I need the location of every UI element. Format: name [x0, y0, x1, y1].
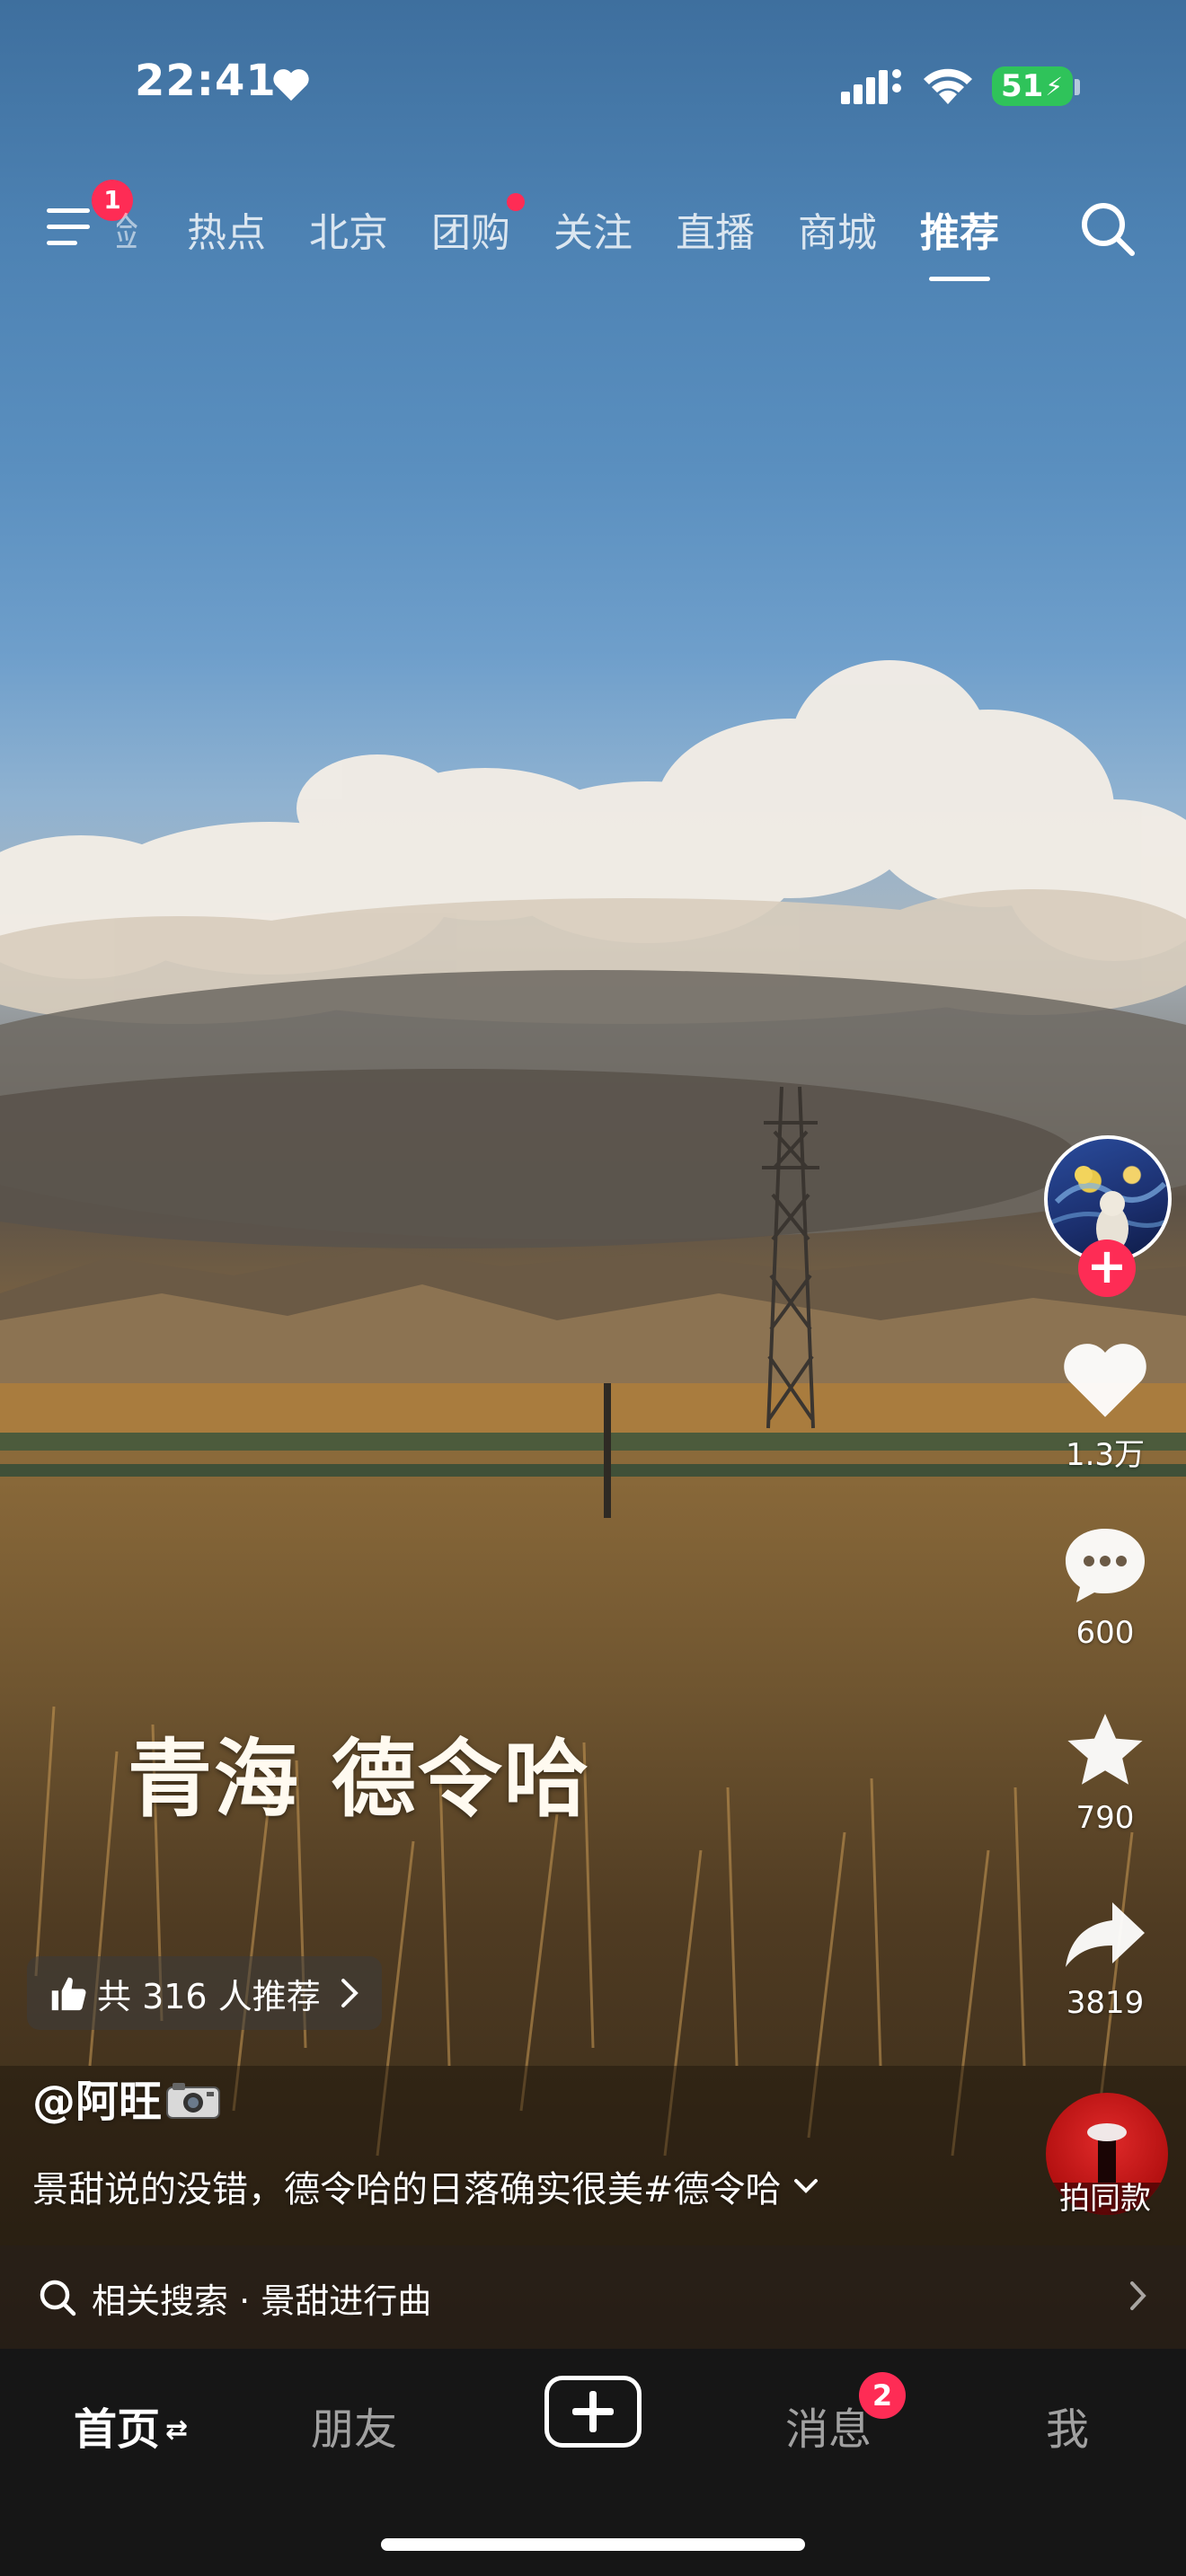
notification-dot — [507, 193, 525, 211]
related-search-icon — [40, 2280, 76, 2316]
related-search-bar[interactable]: 相关搜索 · 景甜进行曲 — [0, 2245, 1186, 2350]
video-description[interactable]: 景甜说的没错，德令哈的日落确实很美#德令哈 — [32, 2160, 819, 2212]
tab-live[interactable]: 直播 — [676, 200, 755, 258]
battery-icon: 51 ⚡ — [992, 66, 1073, 106]
share-arrow-icon[interactable] — [1060, 1893, 1150, 1976]
battery-level: 51 — [1001, 68, 1044, 104]
follow-button[interactable]: + — [1078, 1239, 1136, 1297]
messages-badge: 2 — [859, 2372, 906, 2419]
tab-home-label: 首页 — [74, 2404, 161, 2455]
author-name-text: @阿旺 — [32, 2077, 163, 2127]
tab-group-buy-label: 团购 — [431, 210, 510, 256]
like-count: 1.3万 — [1065, 1437, 1146, 1473]
clock: 22:41 — [135, 56, 277, 106]
comment-icon[interactable] — [1060, 1523, 1150, 1606]
chevron-right-icon — [341, 1979, 358, 2007]
camera-icon — [166, 2083, 221, 2119]
status-bar: 22:41 51 ⚡ — [0, 0, 1186, 171]
battery-cap — [1075, 79, 1080, 95]
wifi-icon — [924, 68, 972, 104]
star-icon[interactable] — [1060, 1708, 1150, 1791]
share-count: 3819 — [1066, 1985, 1145, 2021]
search-icon[interactable] — [1076, 198, 1139, 260]
favorite-count: 790 — [1075, 1800, 1135, 1836]
tab-beijing[interactable]: 北京 — [309, 200, 388, 258]
same-style-label[interactable]: 拍同款 — [1033, 2174, 1177, 2218]
tab-me[interactable]: 我 — [1046, 2394, 1089, 2457]
author-name[interactable]: @阿旺 — [32, 2066, 221, 2129]
menu-icon[interactable] — [47, 205, 97, 250]
home-indicator[interactable] — [381, 2538, 805, 2551]
heart-icon — [273, 69, 309, 101]
tab-messages[interactable]: 消息 — [785, 2394, 872, 2457]
tab-friends[interactable]: 朋友 — [311, 2394, 397, 2457]
top-nav: 1 验 热点 北京 团购 关注 直播 商城 推荐 — [0, 180, 1186, 287]
thumbs-up-icon — [51, 1977, 86, 2011]
share-action[interactable]: 3819 — [1033, 1893, 1177, 2021]
comment-action[interactable]: 600 — [1033, 1523, 1177, 1651]
swap-icon: ⇄ — [165, 2414, 189, 2446]
like-action[interactable]: 1.3万 — [1033, 1338, 1177, 1474]
tab-group-buy[interactable]: 团购 — [431, 193, 525, 258]
favorite-action[interactable]: 790 — [1033, 1708, 1177, 1836]
tab-following[interactable]: 关注 — [553, 200, 633, 258]
tab-partial[interactable]: 验 — [117, 200, 156, 258]
expand-chevron-icon[interactable] — [792, 2177, 819, 2195]
recommend-chip[interactable]: 共 316 人推荐 — [27, 1956, 382, 2030]
tab-strip: 验 热点 北京 团购 关注 直播 商城 推荐 — [117, 193, 1042, 281]
recommend-text: 共 316 人推荐 — [97, 1976, 321, 2016]
description-text: 景甜说的没错，德令哈的日落确实很美#德令哈 — [32, 2169, 782, 2210]
comment-count: 600 — [1075, 1615, 1135, 1651]
tab-home[interactable]: 首页 ⇄ — [74, 2394, 188, 2457]
tab-mall[interactable]: 商城 — [798, 200, 877, 258]
chevron-right-icon — [1130, 2281, 1146, 2310]
like-heart-icon[interactable] — [1060, 1338, 1150, 1421]
signal-icon — [841, 69, 901, 104]
tab-recommend[interactable]: 推荐 — [920, 200, 999, 281]
tab-hot[interactable]: 热点 — [187, 200, 266, 258]
related-search-text: 相关搜索 · 景甜进行曲 — [92, 2280, 432, 2321]
video-caption-overlay: 青海 德令哈 — [128, 1730, 590, 1829]
create-button[interactable] — [544, 2376, 642, 2448]
